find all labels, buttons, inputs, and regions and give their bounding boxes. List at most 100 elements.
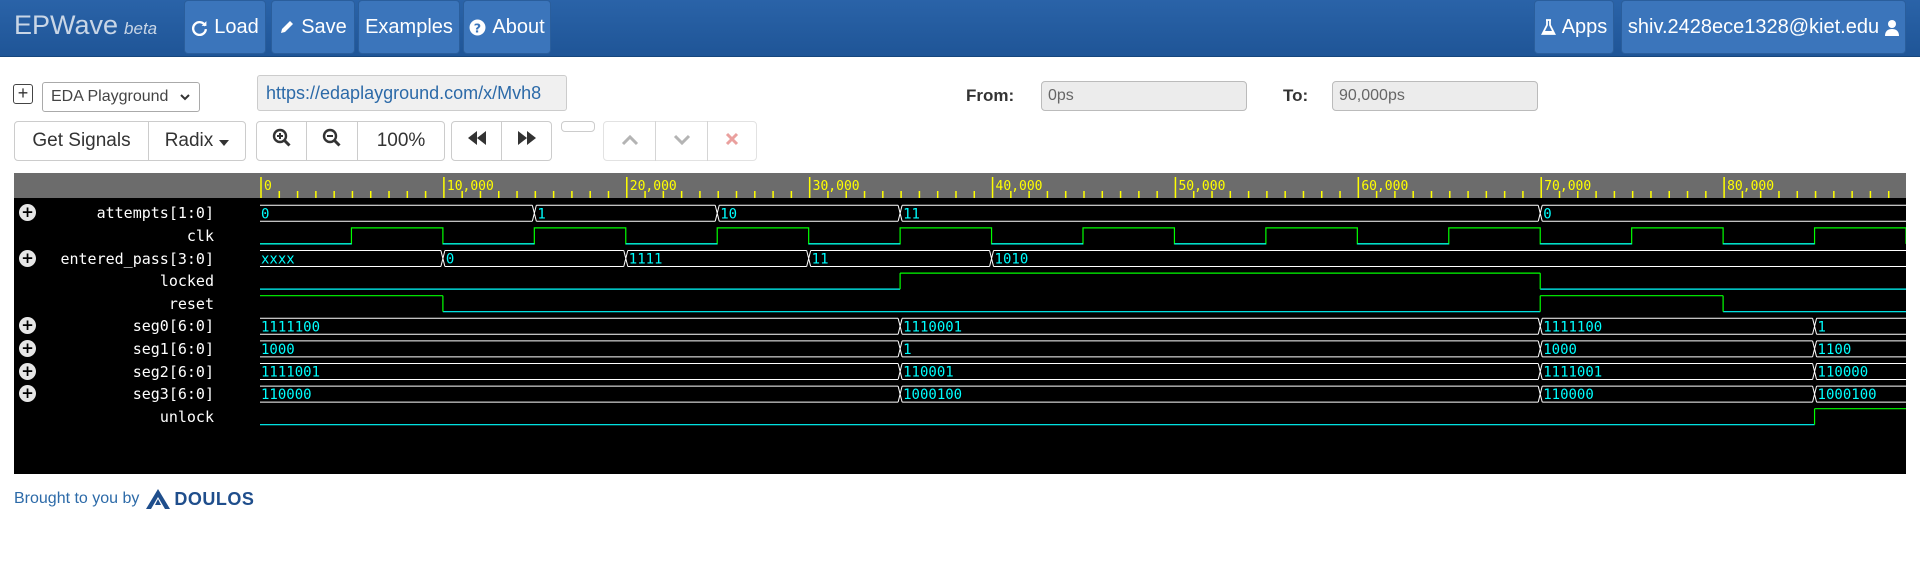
bus-transition	[897, 318, 903, 335]
bus-value-label: 110001	[903, 365, 954, 381]
bus-value-label: 110000	[1543, 387, 1594, 403]
bus-value-label: 11	[903, 206, 920, 222]
bus-value-label: 1111100	[1543, 319, 1602, 335]
ruler-label: 40,000	[996, 179, 1043, 194]
signal-name[interactable]: seg2[6:0]	[24, 362, 214, 382]
bus-transition	[1812, 385, 1818, 403]
flask-icon	[1540, 18, 1556, 36]
jump-backward-button[interactable]	[451, 121, 502, 161]
zoom-out-icon	[322, 128, 342, 154]
save-label: Save	[301, 15, 347, 38]
load-button[interactable]: Load	[184, 0, 266, 54]
move-up-button[interactable]	[603, 121, 656, 161]
user-icon	[1885, 19, 1900, 36]
bus-value-label: 11	[812, 252, 829, 268]
bus-transition	[1537, 340, 1543, 358]
expand-signal-icon[interactable]: +	[19, 249, 36, 267]
bus-transition	[989, 250, 995, 267]
signal-name[interactable]: unlock	[24, 407, 214, 427]
bus-value-label: 1	[537, 206, 545, 222]
bus-transition	[897, 340, 903, 358]
footer-text: Brought to you by	[14, 490, 140, 507]
bus-value-label: 1111001	[1543, 365, 1602, 381]
expand-signal-icon[interactable]: +	[19, 339, 36, 357]
chevron-up-icon	[621, 130, 639, 152]
signal-name[interactable]: seg1[6:0]	[24, 339, 214, 359]
bus-value-label: 1111100	[261, 319, 320, 335]
expand-signal-icon[interactable]: +	[19, 362, 36, 380]
bus-value-label: 1010	[995, 252, 1029, 268]
save-button[interactable]: Save	[271, 0, 355, 54]
ruler-label: 80,000	[1727, 179, 1774, 194]
forward-icon	[517, 130, 537, 152]
bus-value-label: 1	[1818, 319, 1826, 335]
jump-forward-button[interactable]	[501, 121, 552, 161]
expand-signal-icon[interactable]: +	[19, 204, 36, 222]
examples-label: Examples	[365, 15, 453, 38]
ruler-label: 30,000	[813, 179, 860, 194]
bus-value-label: 1	[903, 342, 911, 358]
playground-select-value: EDA Playground	[51, 88, 169, 105]
ruler-label: 10,000	[447, 179, 494, 194]
to-input[interactable]: 90,000ps	[1332, 81, 1538, 111]
top-navbar: EPWave beta Load Save Examples ? About Ap…	[0, 0, 1920, 57]
caret-down-icon	[219, 130, 230, 152]
move-down-button[interactable]	[655, 121, 708, 161]
zoom-level[interactable]: 100%	[357, 121, 445, 161]
get-signals-label: Get Signals	[32, 130, 131, 151]
zoom-out-button[interactable]	[306, 121, 358, 161]
bus-value-label: 1100	[1818, 342, 1852, 358]
cursor-value-badge	[561, 121, 595, 132]
add-pane-icon[interactable]: +	[13, 84, 33, 104]
bus-transition	[440, 250, 446, 267]
brand-title: EPWave	[14, 10, 119, 40]
user-menu-button[interactable]: shiv.2428ece1328@kiet.edu	[1621, 0, 1906, 54]
signal-name[interactable]: locked	[24, 271, 214, 291]
user-email: shiv.2428ece1328@kiet.edu	[1627, 15, 1880, 38]
signal-name[interactable]: seg0[6:0]	[24, 316, 214, 336]
apps-button[interactable]: Apps	[1534, 0, 1614, 54]
bus-transition	[897, 205, 903, 222]
waveform-viewer[interactable]: attempts[1:0] + clk entered_pass[3:0] + locke…	[14, 173, 1906, 474]
signal-name[interactable]: clk	[24, 226, 214, 246]
ruler-label: 60,000	[1361, 179, 1408, 194]
signal-name[interactable]: seg3[6:0]	[24, 384, 214, 404]
get-signals-button[interactable]: Get Signals	[14, 121, 149, 161]
svg-text:?: ?	[474, 21, 481, 36]
close-icon	[725, 130, 739, 152]
remove-signal-button[interactable]	[707, 121, 757, 161]
bus-value-label: 0	[1543, 206, 1551, 222]
bus-value-label: 1111	[629, 252, 663, 268]
examples-button[interactable]: Examples	[358, 0, 460, 54]
bus-value-label: 1000	[1543, 342, 1577, 358]
about-label: About	[492, 15, 545, 38]
radix-dropdown-button[interactable]: Radix	[148, 121, 246, 161]
bus-value-label: 1110001	[903, 319, 962, 335]
bus-value-label: 1111001	[261, 365, 320, 381]
playground-select[interactable]: EDA Playground	[42, 82, 200, 112]
ruler-label: 0	[264, 179, 272, 194]
expand-signal-icon[interactable]: +	[19, 317, 36, 335]
load-label: Load	[214, 15, 259, 38]
playground-url-link[interactable]: https://edaplayground.com/x/Mvh8	[257, 75, 567, 111]
signal-name[interactable]: reset	[24, 294, 214, 314]
bus-value-label: 0	[261, 206, 269, 222]
apps-label: Apps	[1561, 15, 1608, 38]
expand-signal-icon[interactable]: +	[19, 385, 36, 403]
waveform-canvas[interactable]: 0 10,000 20,000 30,000 40,000 50,000 60,000 70,…	[260, 173, 1906, 474]
doulos-logo-text: DOULOS	[174, 488, 255, 509]
signal-name[interactable]: attempts[1:0]	[24, 203, 214, 223]
ruler-label: 70,000	[1544, 179, 1591, 194]
signal-name[interactable]: entered_pass[3:0]	[24, 249, 214, 269]
bus-transition	[897, 385, 903, 403]
from-input[interactable]: 0ps	[1041, 81, 1247, 111]
doulos-logo[interactable]: DOULOS	[145, 488, 254, 510]
zoom-in-button[interactable]	[256, 121, 307, 161]
zoom-level-value: 100%	[376, 130, 426, 151]
bus-value-label: 10	[720, 206, 737, 222]
app-brand[interactable]: EPWave beta	[14, 10, 157, 41]
about-button[interactable]: ? About	[463, 0, 551, 54]
bus-value-label: 110000	[1818, 365, 1869, 381]
brand-beta: beta	[124, 19, 158, 38]
bus-value-label: 1000100	[1818, 387, 1877, 403]
